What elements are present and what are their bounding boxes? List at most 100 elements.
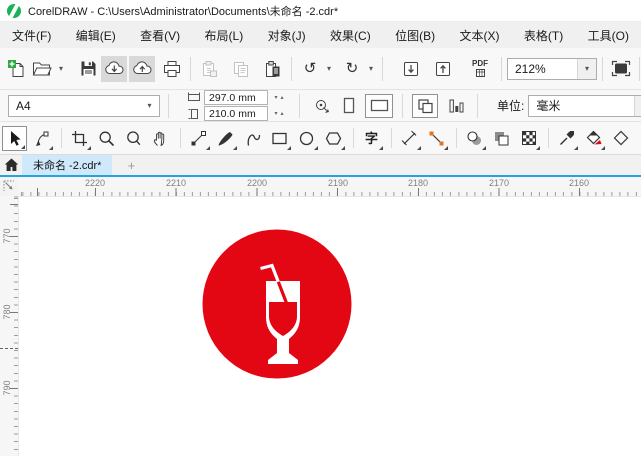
toolbar-separator — [291, 56, 292, 81]
menu-item-view[interactable]: 查看(V) — [140, 27, 180, 44]
flyout-caret-icon — [574, 145, 578, 150]
toolbox-separator — [456, 128, 457, 148]
zoom-level-combobox[interactable]: 212% ▾ — [507, 57, 597, 80]
text-tool[interactable]: 字 — [359, 126, 384, 151]
toolbar-separator — [501, 56, 502, 81]
portrait-icon — [343, 97, 355, 114]
import-button[interactable] — [398, 56, 424, 82]
flyout-caret-icon — [21, 144, 25, 149]
paste-button[interactable] — [260, 56, 286, 82]
paste-special-button — [196, 56, 222, 82]
bspline-tool[interactable] — [240, 126, 265, 151]
drop-shadow-tool[interactable] — [462, 126, 487, 151]
cloud-download-button[interactable] — [101, 55, 127, 82]
page-size-preset-combobox[interactable]: A4 ▾ — [8, 94, 160, 117]
page-height-spinner[interactable]: ▾ ▴ — [268, 106, 290, 121]
current-page-button[interactable] — [444, 94, 468, 118]
landscape-orientation-button[interactable] — [365, 93, 393, 118]
portrait-orientation-button[interactable] — [338, 94, 360, 118]
page-width-field[interactable]: 297.0 mm — [204, 90, 268, 105]
zoom-combo-caret-icon[interactable]: ▾ — [577, 58, 596, 79]
units-combobox[interactable]: 毫米 ▾ — [528, 94, 641, 117]
ellipse-tool[interactable] — [294, 126, 319, 151]
color-eyedropper-tool[interactable] — [554, 126, 579, 151]
export-button[interactable] — [430, 56, 456, 82]
connector-tool[interactable] — [424, 126, 449, 151]
new-tab-button[interactable]: + — [121, 155, 141, 175]
autofit-page-button[interactable] — [309, 94, 333, 118]
publish-pdf-button[interactable]: PDF — [464, 56, 496, 82]
preset-combo-caret-icon[interactable]: ▾ — [140, 96, 159, 116]
all-pages-button[interactable] — [412, 93, 438, 118]
units-combo-caret-icon[interactable]: ▾ — [634, 95, 641, 116]
undo-dropdown-caret[interactable]: ▾ — [323, 56, 335, 82]
menu-item-effects[interactable]: 效果(C) — [330, 27, 371, 44]
open-button[interactable] — [29, 56, 55, 82]
spinner-down-icon[interactable]: ▾ — [274, 110, 277, 117]
document-tab-bar: 未命名 -2.cdr* + — [0, 155, 641, 175]
zoom-out-tool[interactable] — [121, 126, 146, 151]
undo-button[interactable]: ↺ — [297, 56, 323, 82]
transparency-icon — [495, 131, 509, 145]
open-dropdown-caret[interactable]: ▾ — [55, 56, 67, 82]
save-button[interactable] — [75, 56, 101, 82]
smart-fill-tool[interactable] — [608, 126, 633, 151]
freehand-tool[interactable] — [186, 126, 211, 151]
document-tab-active[interactable]: 未命名 -2.cdr* — [22, 155, 113, 175]
pan-tool[interactable] — [148, 126, 173, 151]
page-height-field[interactable]: 210.0 mm — [204, 106, 268, 121]
hruler-label: 2170 — [488, 178, 510, 188]
pdf-label: PDF — [472, 59, 488, 68]
menu-item-text[interactable]: 文本(X) — [460, 27, 500, 44]
export-arrow-icon — [436, 61, 450, 76]
menu-item-file[interactable]: 文件(F) — [12, 27, 51, 44]
menu-item-object[interactable]: 对象(J) — [268, 27, 306, 44]
brush-icon — [218, 131, 233, 145]
menu-item-table[interactable]: 表格(T) — [524, 27, 563, 44]
redo-button[interactable]: ↻ — [339, 56, 365, 82]
curve-squiggle-icon — [247, 133, 261, 146]
toolbox-separator — [391, 128, 392, 148]
menu-item-layout[interactable]: 布局(L) — [205, 27, 244, 44]
ruler-origin-corner[interactable] — [0, 177, 18, 196]
print-button[interactable] — [159, 56, 185, 82]
zoom-tool[interactable] — [94, 126, 119, 151]
artwork-red-circle-cocktail[interactable] — [19, 197, 641, 456]
pick-tool[interactable] — [2, 125, 27, 151]
spinner-up-icon[interactable]: ▴ — [281, 94, 284, 101]
page-width-spinner[interactable]: ▾ ▴ — [268, 90, 290, 105]
magnifier-minus-icon — [127, 130, 141, 145]
all-pages-icon — [417, 98, 433, 113]
polygon-tool[interactable] — [321, 126, 346, 151]
vertical-ruler[interactable]: 770 780 790 — [0, 196, 18, 456]
menu-item-tools[interactable]: 工具(O) — [588, 27, 629, 44]
transparency-tool[interactable] — [489, 126, 514, 151]
spinner-up-icon[interactable]: ▴ — [281, 110, 284, 117]
menu-item-bitmaps[interactable]: 位图(B) — [395, 27, 435, 44]
import-arrow-icon — [404, 61, 418, 76]
rectangle-tool[interactable] — [267, 126, 292, 151]
save-floppy-icon — [81, 61, 95, 76]
shape-tool[interactable] — [29, 126, 54, 151]
menu-item-edit[interactable]: 编辑(E) — [76, 27, 116, 44]
horizontal-ruler[interactable]: 2220 2210 2200 2190 2180 2170 2160 — [18, 177, 641, 196]
welcome-home-button[interactable] — [0, 155, 22, 175]
new-document-icon — [7, 60, 23, 77]
flyout-caret-icon — [536, 145, 540, 150]
flyout-caret-icon — [444, 145, 448, 150]
page-width-row: 297.0 mm ▾ ▴ — [187, 90, 290, 105]
fullscreen-preview-button[interactable] — [608, 56, 634, 82]
dimension-tool[interactable] — [397, 126, 422, 151]
toolbox: 字 — [0, 122, 641, 155]
drawing-canvas[interactable] — [18, 196, 641, 456]
redo-dropdown-caret[interactable]: ▾ — [365, 56, 377, 82]
mesh-fill-tool[interactable] — [516, 126, 541, 151]
artistic-media-tool[interactable] — [213, 126, 238, 151]
drop-shadow-icon — [467, 130, 481, 145]
spinner-down-icon[interactable]: ▾ — [274, 94, 277, 101]
new-document-button[interactable] — [3, 56, 29, 82]
crop-tool[interactable] — [67, 126, 92, 151]
interactive-fill-tool[interactable] — [581, 126, 606, 151]
cloud-upload-button[interactable] — [129, 55, 155, 82]
flyout-caret-icon — [49, 145, 53, 150]
